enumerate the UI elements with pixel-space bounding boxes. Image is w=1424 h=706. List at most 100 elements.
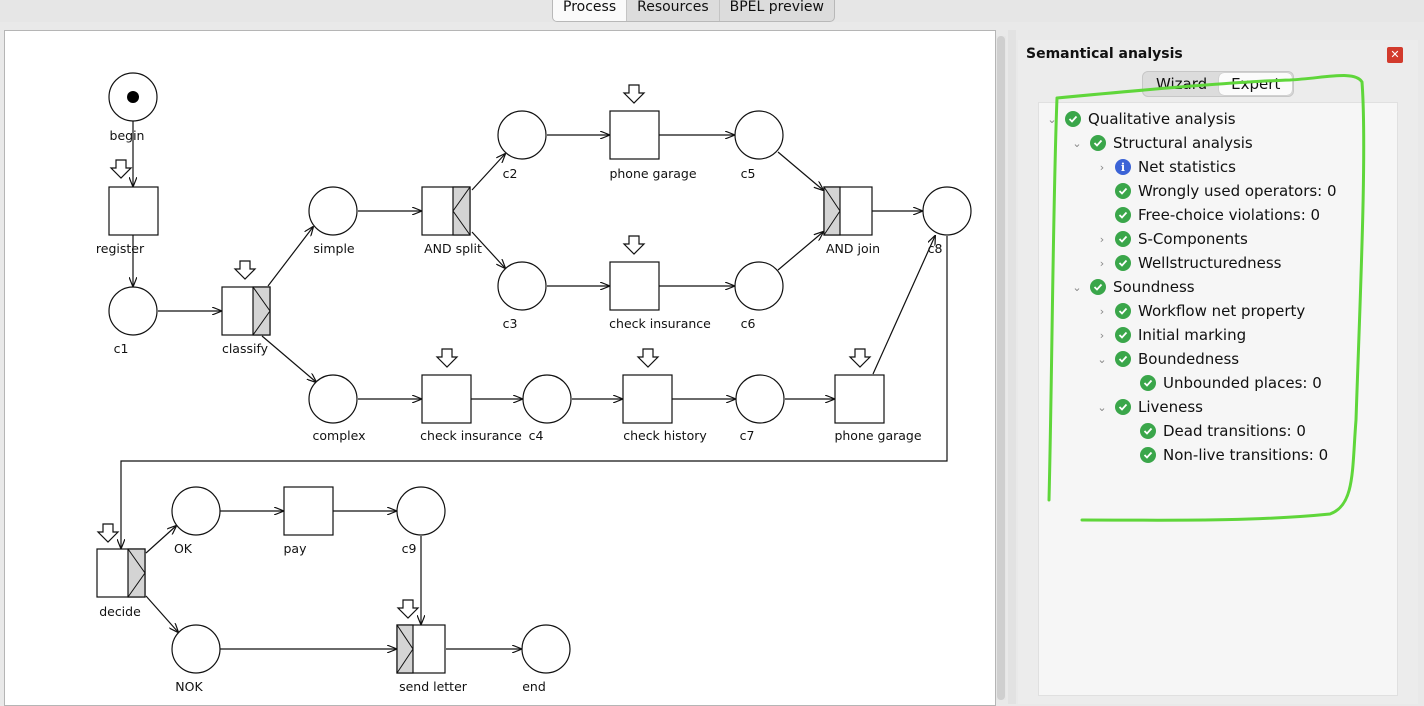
label-phone-garage-low: phone garage	[834, 428, 921, 443]
chevron-down-icon[interactable]: ⌄	[1070, 137, 1084, 150]
label-c8: c8	[928, 241, 943, 256]
place-end[interactable]	[521, 624, 571, 674]
trigger-arrow-icon	[622, 84, 646, 104]
label-end: end	[522, 679, 546, 694]
trigger-arrow-icon	[96, 523, 120, 543]
tree-item-label: Liveness	[1138, 398, 1203, 416]
place-c8[interactable]	[922, 186, 972, 236]
check-icon	[1115, 207, 1131, 223]
tree-item-structural-analysis[interactable]: ⌄ Structural analysis	[1070, 132, 1253, 154]
place-c4[interactable]	[522, 374, 572, 424]
transition-register[interactable]	[108, 186, 159, 236]
tab-expert[interactable]: Expert	[1219, 73, 1293, 95]
tree-item-liveness[interactable]: ⌄ Liveness	[1095, 396, 1203, 418]
label-c4: c4	[529, 428, 544, 443]
chevron-down-icon[interactable]: ⌄	[1095, 401, 1109, 414]
tree-item-initial-marking[interactable]: › Initial marking	[1095, 324, 1246, 346]
chevron-down-icon[interactable]: ⌄	[1095, 353, 1109, 366]
tree-item-label: Structural analysis	[1113, 134, 1253, 152]
place-c5[interactable]	[734, 110, 784, 160]
place-ok[interactable]	[171, 486, 221, 536]
tree-item-s-components[interactable]: › S-Components	[1095, 228, 1248, 250]
label-c7: c7	[740, 428, 755, 443]
label-check-history: check history	[623, 428, 707, 443]
panel-title: Semantical analysis	[1026, 46, 1183, 62]
arc	[145, 595, 178, 632]
arc	[145, 526, 176, 554]
chevron-right-icon[interactable]: ›	[1095, 305, 1109, 318]
transition-classify[interactable]	[221, 286, 271, 336]
label-c3: c3	[503, 316, 518, 331]
check-icon	[1140, 447, 1156, 463]
trigger-arrow-icon	[636, 348, 660, 368]
scrollbar-thumb[interactable]	[997, 36, 1005, 700]
check-icon	[1115, 303, 1131, 319]
tree-item-wellstructuredness[interactable]: › Wellstructuredness	[1095, 252, 1282, 274]
tree-item-workflow-net-property[interactable]: › Workflow net property	[1095, 300, 1305, 322]
tree-item-boundedness[interactable]: ⌄ Boundedness	[1095, 348, 1239, 370]
tree-item-free-choice-violations[interactable]: Free-choice violations: 0	[1095, 204, 1320, 226]
token	[127, 91, 139, 103]
chevron-right-icon[interactable]: ›	[1095, 161, 1109, 174]
label-check-insurance-low: check insurance	[420, 428, 522, 443]
place-complex[interactable]	[308, 374, 358, 424]
transition-and-split[interactable]	[421, 186, 471, 236]
place-simple[interactable]	[308, 186, 358, 236]
tree-item-label: Free-choice violations: 0	[1138, 206, 1321, 224]
label-classify: classify	[222, 341, 269, 356]
transition-check-insurance-mid[interactable]	[609, 261, 660, 311]
tree-item-wrongly-used-operators[interactable]: Wrongly used operators: 0	[1095, 180, 1337, 202]
close-icon[interactable]: ✕	[1387, 47, 1403, 63]
tree-item-label: Unbounded places: 0	[1163, 374, 1322, 392]
tree-item-label: S-Components	[1138, 230, 1248, 248]
place-nok[interactable]	[171, 624, 221, 674]
transition-check-insurance-low[interactable]	[421, 374, 472, 424]
chevron-down-icon[interactable]: ⌄	[1045, 113, 1059, 126]
transition-decide[interactable]	[96, 548, 146, 598]
place-c1[interactable]	[108, 286, 158, 336]
check-icon	[1115, 327, 1131, 343]
tree-item-label: Non-live transitions: 0	[1163, 446, 1329, 464]
tree-item-label: Workflow net property	[1138, 302, 1306, 320]
arc	[872, 236, 935, 375]
label-simple: simple	[313, 241, 355, 256]
tree-item-qualitative-analysis[interactable]: ⌄ Qualitative analysis	[1045, 108, 1235, 130]
check-icon	[1115, 399, 1131, 415]
label-c2: c2	[503, 166, 518, 181]
mode-toggle: Wizard Expert	[1142, 71, 1295, 97]
tree-item-soundness[interactable]: ⌄ Soundness	[1070, 276, 1194, 298]
chevron-down-icon[interactable]: ⌄	[1070, 281, 1084, 294]
tab-wizard[interactable]: Wizard	[1144, 73, 1219, 95]
label-c6: c6	[741, 316, 756, 331]
canvas-scrollbar[interactable]	[996, 36, 1006, 700]
transition-phone-garage-top[interactable]	[609, 110, 660, 160]
tree-item-non-live-transitions[interactable]: Non-live transitions: 0	[1120, 444, 1328, 466]
transition-check-history[interactable]	[622, 374, 673, 424]
transition-send-letter[interactable]	[396, 624, 446, 674]
tree-item-label: Net statistics	[1138, 158, 1236, 176]
chevron-right-icon[interactable]: ›	[1095, 329, 1109, 342]
transition-phone-garage-low[interactable]	[834, 374, 885, 424]
check-icon	[1115, 351, 1131, 367]
tree-item-label: Wellstructuredness	[1138, 254, 1282, 272]
place-c9[interactable]	[396, 486, 446, 536]
tree-item-label: Boundedness	[1138, 350, 1240, 368]
tree-item-dead-transitions[interactable]: Dead transitions: 0	[1120, 420, 1306, 442]
trigger-arrow-icon	[848, 348, 872, 368]
transition-pay[interactable]	[283, 486, 334, 536]
place-c3[interactable]	[497, 261, 547, 311]
tree-item-unbounded-places[interactable]: Unbounded places: 0	[1120, 372, 1322, 394]
place-c7[interactable]	[735, 374, 785, 424]
chevron-right-icon[interactable]: ›	[1095, 233, 1109, 246]
chevron-right-icon[interactable]: ›	[1095, 257, 1109, 270]
place-c6[interactable]	[734, 261, 784, 311]
analysis-tree: ⌄ Qualitative analysis ⌄ Structural anal…	[1038, 102, 1398, 696]
tree-item-label: Dead transitions: 0	[1163, 422, 1306, 440]
arc	[471, 154, 505, 191]
panel-splitter[interactable]	[1008, 30, 1016, 704]
place-c2[interactable]	[497, 110, 547, 160]
petri-net-diagram: begin register c1 classify simple comple…	[96, 72, 972, 694]
tree-item-net-statistics[interactable]: › i Net statistics	[1095, 156, 1236, 178]
label-check-insurance-mid: check insurance	[609, 316, 711, 331]
transition-and-join[interactable]	[823, 186, 873, 236]
